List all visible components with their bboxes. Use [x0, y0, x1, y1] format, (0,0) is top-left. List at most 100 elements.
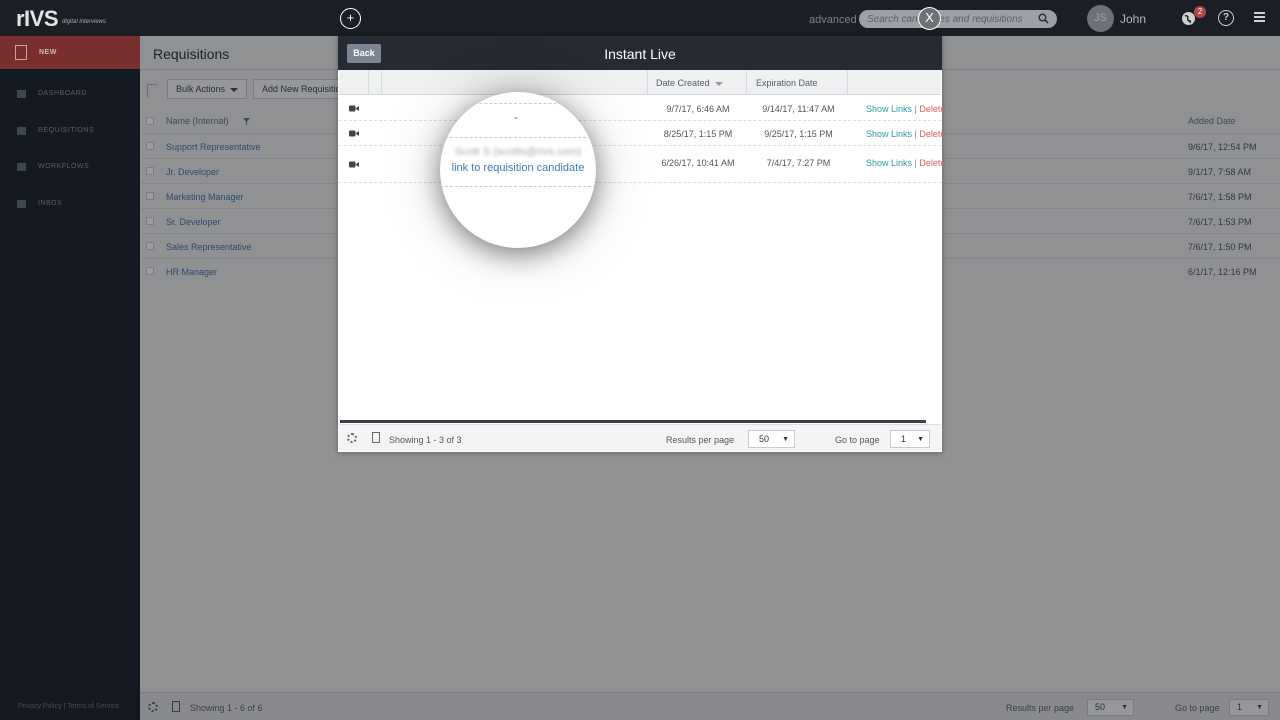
added-date: 7/6/17, 1:53 PM	[1188, 217, 1252, 227]
added-date: 7/6/17, 1:58 PM	[1188, 192, 1252, 202]
sidebar-item-dashboard[interactable]: DASHBOARD	[0, 85, 140, 105]
filter-icon[interactable]	[243, 118, 250, 125]
row-checkbox[interactable]	[146, 242, 154, 250]
username[interactable]: John	[1120, 12, 1146, 26]
results-per-page-label: Results per page	[1006, 703, 1075, 713]
show-links-link[interactable]: Show Links	[866, 104, 912, 114]
notification-badge[interactable]: 2	[1194, 6, 1206, 18]
delete-link[interactable]: Delete	[919, 129, 945, 139]
rivs-logo[interactable]: rIVS	[16, 6, 59, 32]
go-to-page-select[interactable]: 1 ▼	[890, 430, 930, 448]
instant-live-modal: Instant Live Back Date Created Expiratio…	[338, 36, 945, 452]
link-to-requisition-candidate[interactable]: link to requisition candidate	[440, 162, 596, 174]
row-actions: Show Links | Delete	[866, 104, 945, 114]
requisition-name-link[interactable]: HR Manager	[166, 267, 217, 277]
chevron-down-icon: ▼	[1256, 704, 1263, 711]
instant-live-row[interactable]: 6/26/17, 10:41 AM 7/4/17, 7:27 PM Show L…	[339, 146, 945, 183]
row-actions: Show Links | Delete	[866, 158, 945, 168]
separator: |	[914, 104, 917, 114]
documents-icon	[17, 127, 26, 135]
results-per-page-select[interactable]: 50 ▼	[1087, 699, 1134, 716]
empty-candidate-value: -	[514, 112, 518, 124]
magnifier-lens: - Scott S (scotts@rivs.com) link to requ…	[440, 92, 596, 248]
video-camera-icon	[349, 105, 359, 112]
bulk-actions-dropdown[interactable]: Bulk Actions	[167, 79, 247, 99]
row-checkbox[interactable]	[146, 142, 154, 150]
row-actions: Show Links | Delete	[866, 129, 945, 139]
select-all-checkbox[interactable]	[146, 117, 154, 125]
showing-count: Showing 1 - 3 of 3	[389, 435, 462, 445]
gear-icon[interactable]	[347, 433, 357, 443]
gear-icon[interactable]	[148, 702, 158, 712]
search-input[interactable]	[867, 11, 1037, 27]
requisition-name-link[interactable]: Sr. Developer	[166, 217, 221, 227]
results-per-page-select[interactable]: 50 ▼	[748, 430, 795, 448]
sort-descending-icon	[714, 81, 723, 86]
instant-live-row[interactable]: 9/7/17, 6:46 AM 9/14/17, 11:47 AM Show L…	[339, 95, 945, 121]
new-document-icon	[15, 45, 27, 60]
video-camera-icon	[349, 161, 359, 168]
help-icon[interactable]: ?	[1218, 10, 1234, 26]
advanced-search-link[interactable]: advanced	[809, 14, 857, 26]
sidebar-item-label: WORKFLOWS	[38, 163, 90, 170]
go-to-page-select[interactable]: 1 ▼	[1229, 699, 1269, 716]
requisition-name-link[interactable]: Sales Representative	[166, 242, 252, 252]
show-links-link[interactable]: Show Links	[866, 158, 912, 168]
row-checkbox[interactable]	[146, 167, 154, 175]
chevron-down-icon: ▼	[1121, 704, 1128, 711]
modal-title: Instant Live	[604, 46, 676, 62]
workflow-icon	[17, 163, 26, 171]
modal-footer: Showing 1 - 3 of 3 Results per page 50 ▼…	[339, 424, 941, 451]
close-modal-button[interactable]: X	[918, 7, 941, 30]
video-camera-icon	[349, 130, 359, 137]
date-created: 8/25/17, 1:15 PM	[663, 129, 733, 139]
sidebar-item-workflows[interactable]: WORKFLOWS	[0, 158, 140, 178]
inbox-icon	[17, 200, 26, 208]
column-header-spacer	[369, 70, 382, 95]
expiration-date: 7/4/17, 7:27 PM	[766, 158, 831, 168]
sidebar-item-inbox[interactable]: INBOX	[0, 195, 140, 215]
search-icon[interactable]	[1038, 13, 1049, 24]
results-per-page-label: Results per page	[666, 435, 735, 445]
privacy-terms-links[interactable]: Privacy Policy | Terms of Service	[18, 703, 119, 710]
page-title: Requisitions	[153, 46, 230, 62]
bulk-actions-label: Bulk Actions	[176, 84, 226, 94]
added-date: 9/6/17, 12:54 PM	[1188, 142, 1257, 152]
added-date: 9/1/17, 7:58 AM	[1188, 167, 1252, 177]
separator: |	[914, 158, 917, 168]
sort-icon[interactable]	[147, 84, 157, 98]
instant-live-row[interactable]: 8/25/17, 1:15 PM 9/25/17, 1:15 PM Show L…	[339, 121, 945, 146]
expiration-date-label: Expiration Date	[756, 78, 818, 88]
horizontal-scrollbar[interactable]	[340, 420, 926, 423]
add-icon[interactable]: +	[340, 8, 361, 29]
requisition-name-link[interactable]: Jr. Developer	[166, 167, 219, 177]
export-document-icon[interactable]	[172, 701, 180, 712]
requisition-name-link[interactable]: Marketing Manager	[166, 192, 244, 202]
hamburger-menu-icon[interactable]	[1254, 12, 1265, 23]
column-header-date-created[interactable]: Date Created	[648, 70, 747, 95]
column-header-name[interactable]: Name (Internal)	[166, 116, 229, 126]
added-date: 7/6/17, 1:50 PM	[1188, 242, 1252, 252]
row-checkbox[interactable]	[146, 267, 154, 275]
requisition-name-link[interactable]: Support Representative	[166, 142, 261, 152]
chevron-down-icon: ▼	[917, 436, 924, 443]
row-checkbox[interactable]	[146, 192, 154, 200]
new-label: NEW	[39, 49, 57, 56]
results-per-page-value: 50	[759, 434, 770, 444]
expiration-date: 9/14/17, 11:47 AM	[762, 104, 835, 114]
delete-link[interactable]: Delete	[919, 158, 945, 168]
avatar[interactable]: JS	[1087, 5, 1114, 32]
column-header-expiration-date[interactable]: Expiration Date	[747, 70, 848, 95]
row-divider	[440, 137, 596, 138]
sidebar-item-requisitions[interactable]: REQUISITIONS	[0, 122, 140, 142]
column-header-added-date[interactable]: Added Date	[1188, 116, 1236, 126]
logo-tagline: digital interviews	[62, 19, 107, 25]
delete-link[interactable]: Delete	[919, 104, 945, 114]
show-links-link[interactable]: Show Links	[866, 129, 912, 139]
new-button[interactable]: NEW	[0, 36, 140, 69]
row-checkbox[interactable]	[146, 217, 154, 225]
showing-count: Showing 1 - 6 of 6	[190, 703, 263, 713]
export-document-icon[interactable]	[372, 432, 380, 443]
modal-header: Instant Live Back	[338, 36, 942, 70]
back-button[interactable]: Back	[347, 44, 381, 63]
